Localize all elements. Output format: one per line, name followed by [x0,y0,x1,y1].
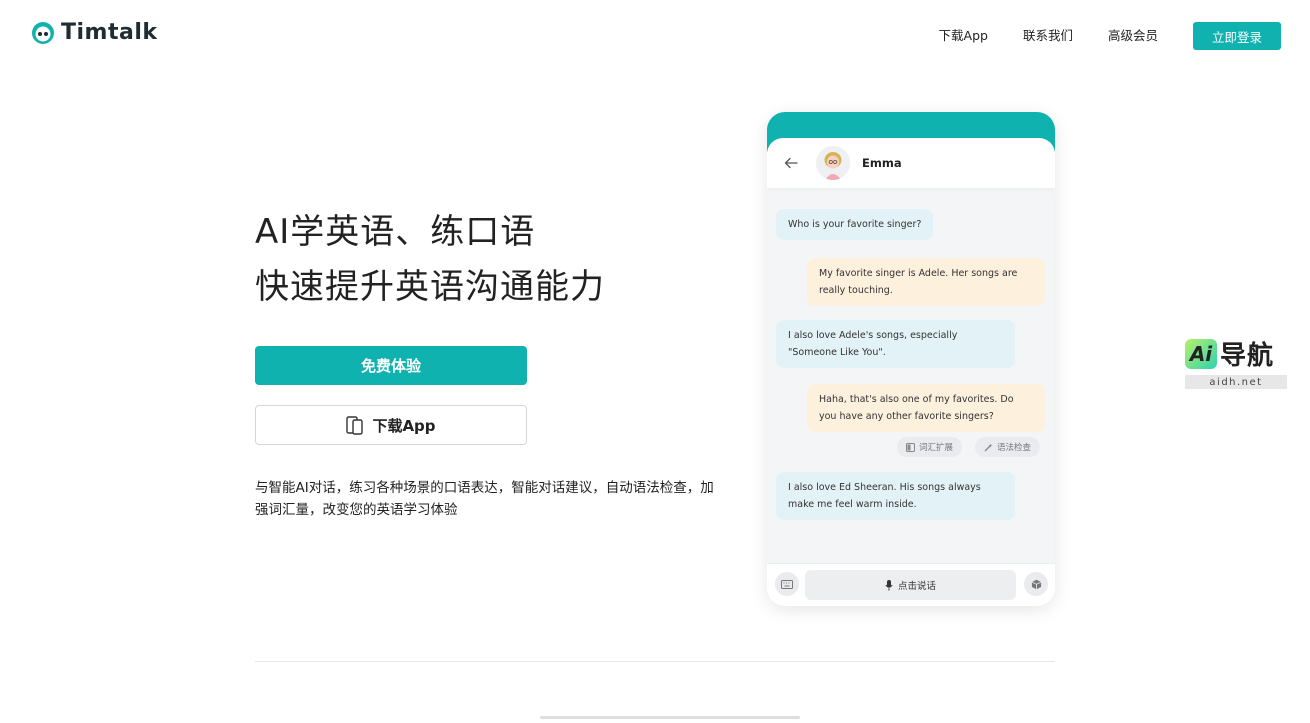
vocabulary-expand-label: 词汇扩展 [919,443,954,453]
chat-message-ai: Who is your favorite singer? [776,209,934,240]
keyboard-icon [781,579,793,589]
top-nav: 下载App 联系我们 高级会员 立即登录 [939,22,1281,50]
chat-header: Emma [767,138,1055,188]
cube-icon [1031,579,1041,589]
microphone-icon [885,579,893,590]
chat-message-ai: I also love Adele's songs, especially "S… [776,320,1015,368]
chat-input-bar: 点击说话 [767,563,1055,606]
nav-contact-us[interactable]: 联系我们 [1023,22,1073,50]
emma-avatar-icon [816,146,850,180]
hero-title-line-1: AI学英语、练口语 [255,212,536,252]
aidh-logo: Ai 导航 [1185,335,1287,372]
hold-to-talk-button[interactable]: 点击说话 [805,570,1016,600]
back-arrow-icon[interactable] [784,156,798,170]
grammar-check-chip[interactable]: 语法检查 [975,437,1041,457]
free-trial-button[interactable]: 免费体验 [255,346,527,385]
keyboard-button[interactable] [775,572,799,596]
chat-message-ai: I also love Ed Sheeran. His songs always… [776,472,1015,520]
aidh-logo-text: 导航 [1220,341,1275,371]
chat-message-user: My favorite singer is Adele. Her songs a… [807,258,1045,306]
magic-wand-icon [984,443,993,451]
more-tools-button[interactable] [1024,572,1048,596]
phone-chat-mockup: Emma Who is your favorite singer? My fav… [767,112,1055,606]
aidh-watermark[interactable]: Ai 导航 aidh.net [1185,335,1287,389]
hero-title: AI学英语、练口语 快速提升英语沟通能力 [255,205,605,315]
download-app-label: 下载App [372,416,436,435]
login-button[interactable]: 立即登录 [1193,22,1281,50]
grammar-check-label: 语法检查 [997,443,1032,453]
nav-download-app[interactable]: 下载App [939,22,988,50]
nav-premium[interactable]: 高级会员 [1108,22,1158,50]
aidh-domain: aidh.net [1185,375,1287,389]
next-section-heading-partial [540,716,800,723]
chat-message-user: Haha, that's also one of my favorites. D… [807,384,1045,432]
book-icon [906,442,915,452]
aidh-ai-badge: Ai [1185,338,1217,369]
avatar [816,146,850,180]
hero-title-line-2: 快速提升英语沟通能力 [255,267,605,307]
hero-description: 与智能AI对话，练习各种场景的口语表达，智能对话建议，自动语法检查，加强词汇量，… [255,480,714,518]
section-divider [255,661,1055,662]
phone-tablet-icon [346,415,364,435]
vocabulary-expand-chip[interactable]: 词汇扩展 [897,437,963,457]
talk-button-label: 点击说话 [897,581,936,592]
download-app-button[interactable]: 下载App [255,405,527,445]
brand-name: Timtalk [61,20,158,45]
robot-logo-icon [32,21,54,44]
top-header: Timtalk 下载App 联系我们 高级会员 立即登录 [0,0,1310,70]
brand-logo[interactable]: Timtalk [31,20,158,45]
contact-name: Emma [862,156,902,170]
